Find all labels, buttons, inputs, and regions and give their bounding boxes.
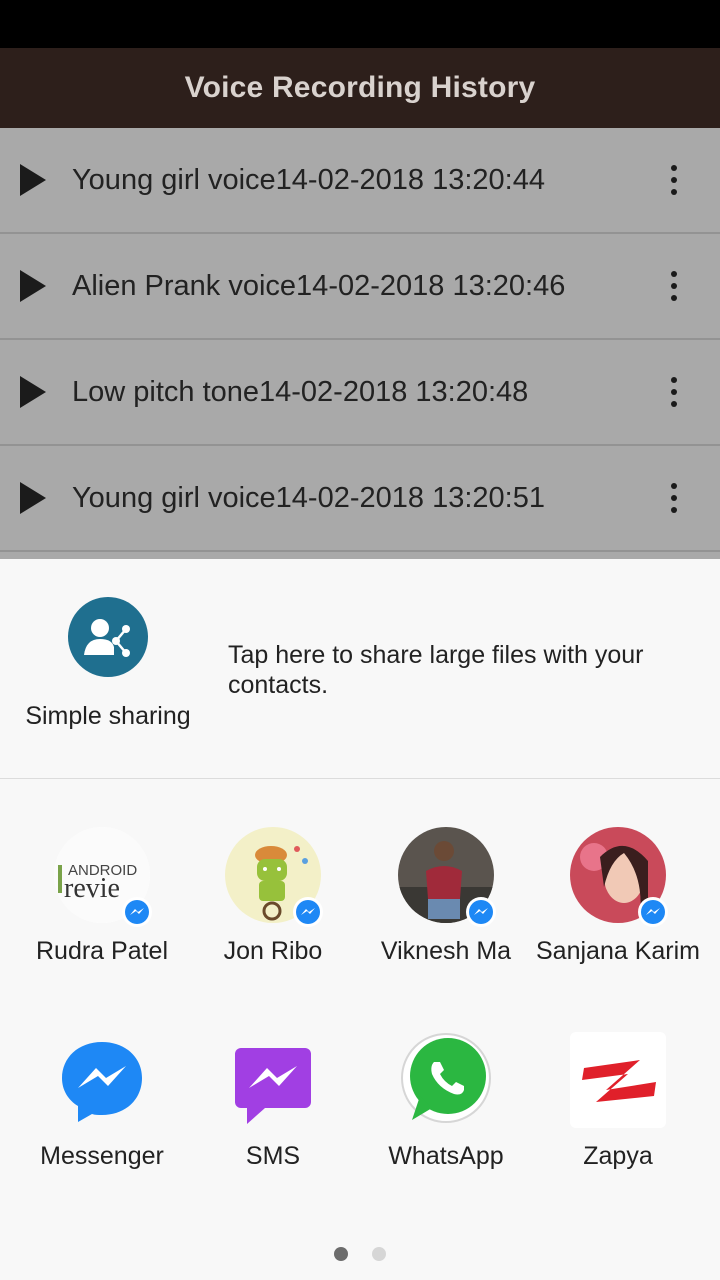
messenger-badge-icon bbox=[122, 897, 152, 927]
simple-sharing-description: Tap here to share large files with your … bbox=[228, 641, 644, 699]
play-icon[interactable] bbox=[20, 270, 46, 302]
zapya-icon bbox=[570, 1032, 666, 1128]
page-dot[interactable] bbox=[372, 1247, 386, 1261]
svg-text:revie: revie bbox=[64, 873, 120, 904]
recording-row[interactable]: Low pitch tone14-02-2018 13:20:48 bbox=[0, 340, 720, 446]
more-options-icon[interactable] bbox=[658, 372, 690, 412]
status-bar bbox=[0, 0, 720, 48]
simple-sharing-label: Simple sharing bbox=[25, 702, 191, 730]
contact-share-target[interactable]: Viknesh Ma bbox=[360, 827, 532, 965]
contact-share-target[interactable]: Jon Ribo bbox=[187, 827, 359, 965]
play-icon[interactable] bbox=[20, 164, 46, 196]
recording-row[interactable]: Young girl voice14-02-2018 13:20:44 bbox=[0, 128, 720, 234]
avatar bbox=[225, 827, 323, 927]
contact-name: Rudra Patel bbox=[35, 937, 169, 965]
sms-icon bbox=[225, 1032, 321, 1128]
app-name: Messenger bbox=[40, 1142, 164, 1170]
app-bar: Voice Recording History bbox=[0, 48, 720, 128]
more-options-icon[interactable] bbox=[658, 160, 690, 200]
zapya-share-target[interactable]: Zapya bbox=[532, 1032, 704, 1170]
contact-name: Viknesh Ma bbox=[380, 937, 512, 965]
page-title: Voice Recording History bbox=[184, 71, 536, 104]
avatar bbox=[398, 827, 496, 927]
more-options-icon[interactable] bbox=[658, 478, 690, 518]
contact-share-target[interactable]: Sanjana Karim bbox=[532, 827, 704, 965]
app-name: Zapya bbox=[583, 1142, 653, 1170]
whatsapp-icon bbox=[398, 1032, 494, 1128]
sms-share-target[interactable]: SMS bbox=[187, 1032, 359, 1170]
messenger-share-target[interactable]: Messenger bbox=[16, 1032, 188, 1170]
simple-sharing-option[interactable]: Simple sharing Tap here to share large f… bbox=[0, 559, 720, 779]
messenger-badge-icon bbox=[466, 897, 496, 927]
messenger-icon bbox=[54, 1032, 150, 1128]
app-name: WhatsApp bbox=[388, 1142, 504, 1170]
page-dot-active[interactable] bbox=[334, 1247, 348, 1261]
simple-sharing-icon[interactable] bbox=[68, 597, 148, 677]
avatar bbox=[570, 827, 668, 927]
recording-title: Low pitch tone14-02-2018 13:20:48 bbox=[72, 375, 529, 408]
recording-title: Young girl voice14-02-2018 13:20:44 bbox=[72, 163, 545, 196]
avatar: ANDROID revie bbox=[54, 827, 152, 927]
play-icon[interactable] bbox=[20, 376, 46, 408]
recording-list: Young girl voice14-02-2018 13:20:44 Alie… bbox=[0, 128, 720, 559]
app-name: SMS bbox=[245, 1142, 301, 1170]
recording-row[interactable]: Alien Prank voice14-02-2018 13:20:46 bbox=[0, 234, 720, 340]
recording-title: Young girl voice14-02-2018 13:20:51 bbox=[72, 481, 545, 514]
page-indicator bbox=[0, 1247, 720, 1261]
recording-row[interactable]: Young girl voice14-02-2018 13:20:51 bbox=[0, 446, 720, 552]
more-options-icon[interactable] bbox=[658, 266, 690, 306]
share-sheet: Simple sharing Tap here to share large f… bbox=[0, 559, 720, 1280]
play-icon[interactable] bbox=[20, 482, 46, 514]
messenger-badge-icon bbox=[638, 897, 668, 927]
messenger-badge-icon bbox=[293, 897, 323, 927]
whatsapp-share-target[interactable]: WhatsApp bbox=[360, 1032, 532, 1170]
contact-name: Sanjana Karim bbox=[536, 937, 700, 965]
contact-share-target[interactable]: ANDROID revie Rudra Patel bbox=[16, 827, 188, 965]
recording-title: Alien Prank voice14-02-2018 13:20:46 bbox=[72, 269, 566, 302]
contact-name: Jon Ribo bbox=[223, 937, 323, 965]
